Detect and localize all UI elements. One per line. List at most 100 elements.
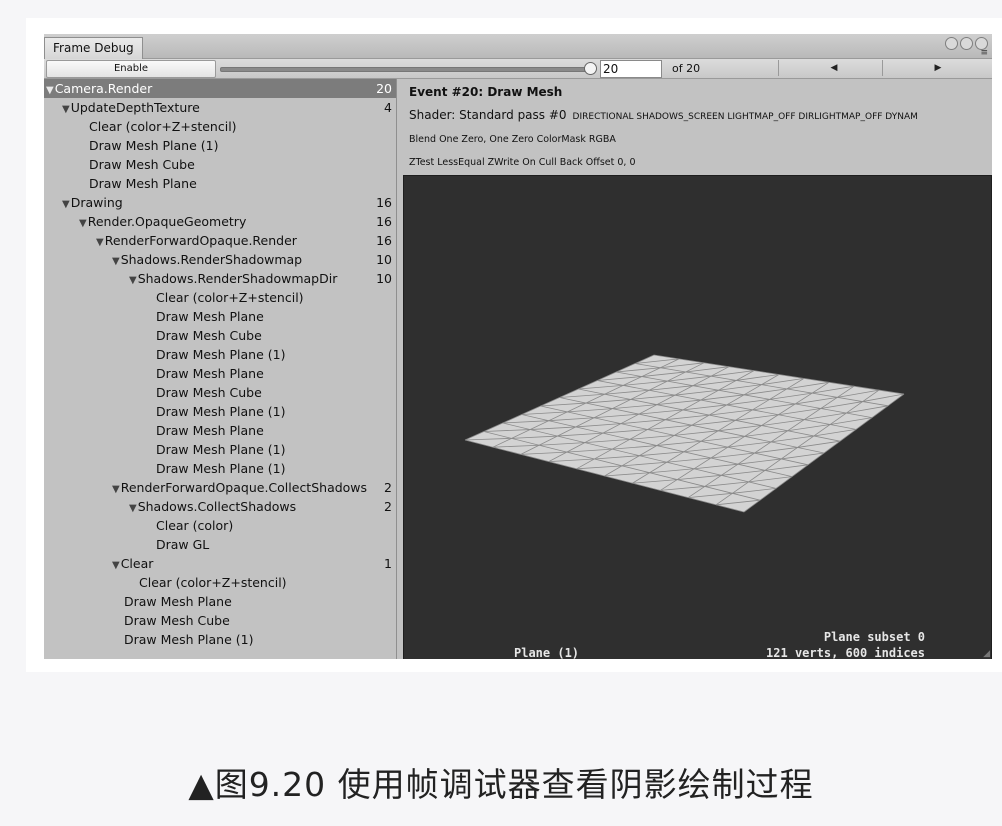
tree-row-label: Draw Mesh Cube [89, 155, 195, 174]
tree-row-text: Draw Mesh Cube [124, 613, 230, 628]
tree-row-label: Draw Mesh Plane [156, 307, 264, 326]
menu-icon[interactable]: ≡ [980, 48, 988, 58]
tree-row-count: 2 [384, 499, 392, 514]
tree-row[interactable]: Draw Mesh Plane (1) [44, 402, 396, 421]
tree-row-text: Draw Mesh Plane (1) [156, 442, 286, 457]
tree-row-label: ▼Clear [112, 554, 153, 575]
tree-row[interactable]: Draw Mesh Cube [44, 155, 396, 174]
expand-arrow-icon[interactable]: ▼ [62, 199, 70, 210]
frame-slider-thumb[interactable] [584, 62, 597, 75]
expand-arrow-icon[interactable]: ▼ [62, 104, 70, 115]
tree-row[interactable]: ▼Shadows.RenderShadowmap 10 [44, 250, 396, 269]
tree-row[interactable]: ▼RenderForwardOpaque.CollectShadows 2 [44, 478, 396, 497]
mesh-subset-label: Plane subset 0 [823, 630, 925, 644]
expand-arrow-icon[interactable]: ▼ [46, 85, 54, 96]
tree-row-label: Clear (color+Z+stencil) [89, 117, 237, 136]
tree-row-label: ▼RenderForwardOpaque.Render [96, 231, 297, 252]
tree-row-text: RenderForwardOpaque.Render [104, 233, 297, 248]
previous-event-button[interactable]: ◀ [778, 60, 889, 76]
tree-row-count: 16 [376, 195, 392, 210]
frame-number-input[interactable]: 20 [600, 60, 662, 78]
mesh-name-label: Plane (1) [514, 646, 580, 659]
tree-row-label: Draw Mesh Plane (1) [156, 440, 285, 459]
expand-arrow-icon[interactable]: ▼ [129, 275, 137, 286]
tree-row-label: Draw Mesh Plane [156, 364, 264, 383]
tree-row-label: Draw Mesh Plane (1) [124, 630, 253, 649]
tree-row-text: Draw Mesh Plane [124, 594, 232, 609]
tree-row-text: Draw Mesh Plane (1) [124, 632, 254, 647]
expand-arrow-icon[interactable]: ▼ [129, 503, 137, 514]
tree-row[interactable]: Draw Mesh Plane [44, 174, 396, 193]
tree-row-text: Shadows.CollectShadows [137, 499, 297, 514]
tree-row-label: Clear (color+Z+stencil) [156, 288, 304, 307]
tree-row-text: RenderForwardOpaque.CollectShadows [120, 480, 368, 495]
tab-frame-debug[interactable]: Frame Debug [44, 37, 143, 59]
tree-row[interactable]: Draw Mesh Plane (1) [44, 345, 396, 364]
window-button-icon[interactable] [960, 37, 973, 50]
tree-row[interactable]: Draw Mesh Plane [44, 592, 396, 611]
tree-row-label: ▼Render.OpaqueGeometry [79, 212, 246, 233]
tree-row[interactable]: ▼RenderForwardOpaque.Render 16 [44, 231, 396, 250]
next-event-button[interactable]: ▶ [882, 60, 992, 76]
tree-row-text: Draw Mesh Cube [89, 157, 195, 172]
mesh-preview[interactable]: Plane (1) Plane subset 0 121 verts, 600 … [403, 175, 992, 659]
tree-row-label: ▼RenderForwardOpaque.CollectShadows [112, 478, 367, 499]
tree-row[interactable]: Draw Mesh Plane [44, 421, 396, 440]
tree-row-count: 16 [376, 214, 392, 229]
tree-row[interactable]: Draw Mesh Plane (1) [44, 630, 396, 649]
tree-row[interactable]: Clear (color) [44, 516, 396, 535]
expand-arrow-icon[interactable]: ▼ [112, 560, 120, 571]
tree-row-label: ▼Shadows.RenderShadowmapDir [129, 269, 337, 290]
window-button-icon[interactable] [945, 37, 958, 50]
tree-row-count: 10 [376, 271, 392, 286]
tree-row[interactable]: ▼Camera.Render 20 [44, 79, 396, 98]
tree-row[interactable]: Clear (color+Z+stencil) [44, 573, 396, 592]
tree-row-label: ▼UpdateDepthTexture [62, 98, 200, 119]
tree-row[interactable]: Draw Mesh Cube [44, 611, 396, 630]
tree-row[interactable]: Draw Mesh Cube [44, 383, 396, 402]
tree-row-text: Shadows.RenderShadowmapDir [137, 271, 338, 286]
tree-row[interactable]: Draw Mesh Plane (1) [44, 136, 396, 155]
tree-row[interactable]: Clear (color+Z+stencil) [44, 288, 396, 307]
tree-row[interactable]: ▼UpdateDepthTexture 4 [44, 98, 396, 117]
tree-row[interactable]: Draw Mesh Plane [44, 307, 396, 326]
tab-bar: Frame Debug ≡ [44, 34, 992, 59]
tree-row[interactable]: ▼Shadows.CollectShadows 2 [44, 497, 396, 516]
frame-total-label: of 20 [672, 62, 701, 75]
tree-row-text: Draw Mesh Plane [89, 176, 197, 191]
tree-row-text: Draw Mesh Plane (1) [156, 347, 286, 362]
tree-row-label: Draw Mesh Cube [156, 383, 262, 402]
expand-arrow-icon[interactable]: ▼ [96, 237, 104, 248]
tree-row[interactable]: Draw Mesh Plane (1) [44, 459, 396, 478]
event-details: Event #20: Draw Mesh Shader: Standard pa… [397, 79, 992, 659]
tree-row-label: ▼Camera.Render [46, 79, 152, 100]
tree-row[interactable]: Draw GL [44, 535, 396, 554]
enable-button[interactable]: Enable [46, 60, 216, 78]
tree-row-label: Draw Mesh Cube [124, 611, 230, 630]
blend-state: Blend One Zero, One Zero ColorMask RGBA [409, 134, 616, 145]
tree-row[interactable]: ▼Clear 1 [44, 554, 396, 573]
tree-row-text: Draw Mesh Plane [156, 309, 264, 324]
figure-caption: ▲图9.20 使用帧调试器查看阴影绘制过程 [188, 765, 814, 804]
resize-grip-icon[interactable]: ◢ [983, 649, 990, 659]
expand-arrow-icon[interactable]: ▼ [112, 256, 120, 267]
tree-row-text: Draw Mesh Cube [156, 328, 262, 343]
tree-row[interactable]: Clear (color+Z+stencil) [44, 117, 396, 136]
expand-arrow-icon[interactable]: ▼ [79, 218, 87, 229]
tree-row-label: Draw Mesh Cube [156, 326, 262, 345]
shader-name: Shader: Standard pass #0 [409, 108, 567, 122]
tree-row[interactable]: Draw Mesh Plane (1) [44, 440, 396, 459]
frame-slider-track[interactable] [220, 67, 592, 72]
tree-row[interactable]: ▼Drawing 16 [44, 193, 396, 212]
tree-row-text: Draw Mesh Cube [156, 385, 262, 400]
tree-row-label: Draw Mesh Plane [89, 174, 197, 193]
tree-row-label: Draw Mesh Plane (1) [89, 136, 218, 155]
tree-row[interactable]: Draw Mesh Plane [44, 364, 396, 383]
tree-row[interactable]: ▼Shadows.RenderShadowmapDir 10 [44, 269, 396, 288]
tree-row-label: Clear (color+Z+stencil) [139, 573, 287, 592]
tree-row[interactable]: ▼Render.OpaqueGeometry 16 [44, 212, 396, 231]
expand-arrow-icon[interactable]: ▼ [112, 484, 120, 495]
tree-row-count: 1 [384, 556, 392, 571]
tree-row-text: Clear (color+Z+stencil) [139, 575, 287, 590]
tree-row[interactable]: Draw Mesh Cube [44, 326, 396, 345]
